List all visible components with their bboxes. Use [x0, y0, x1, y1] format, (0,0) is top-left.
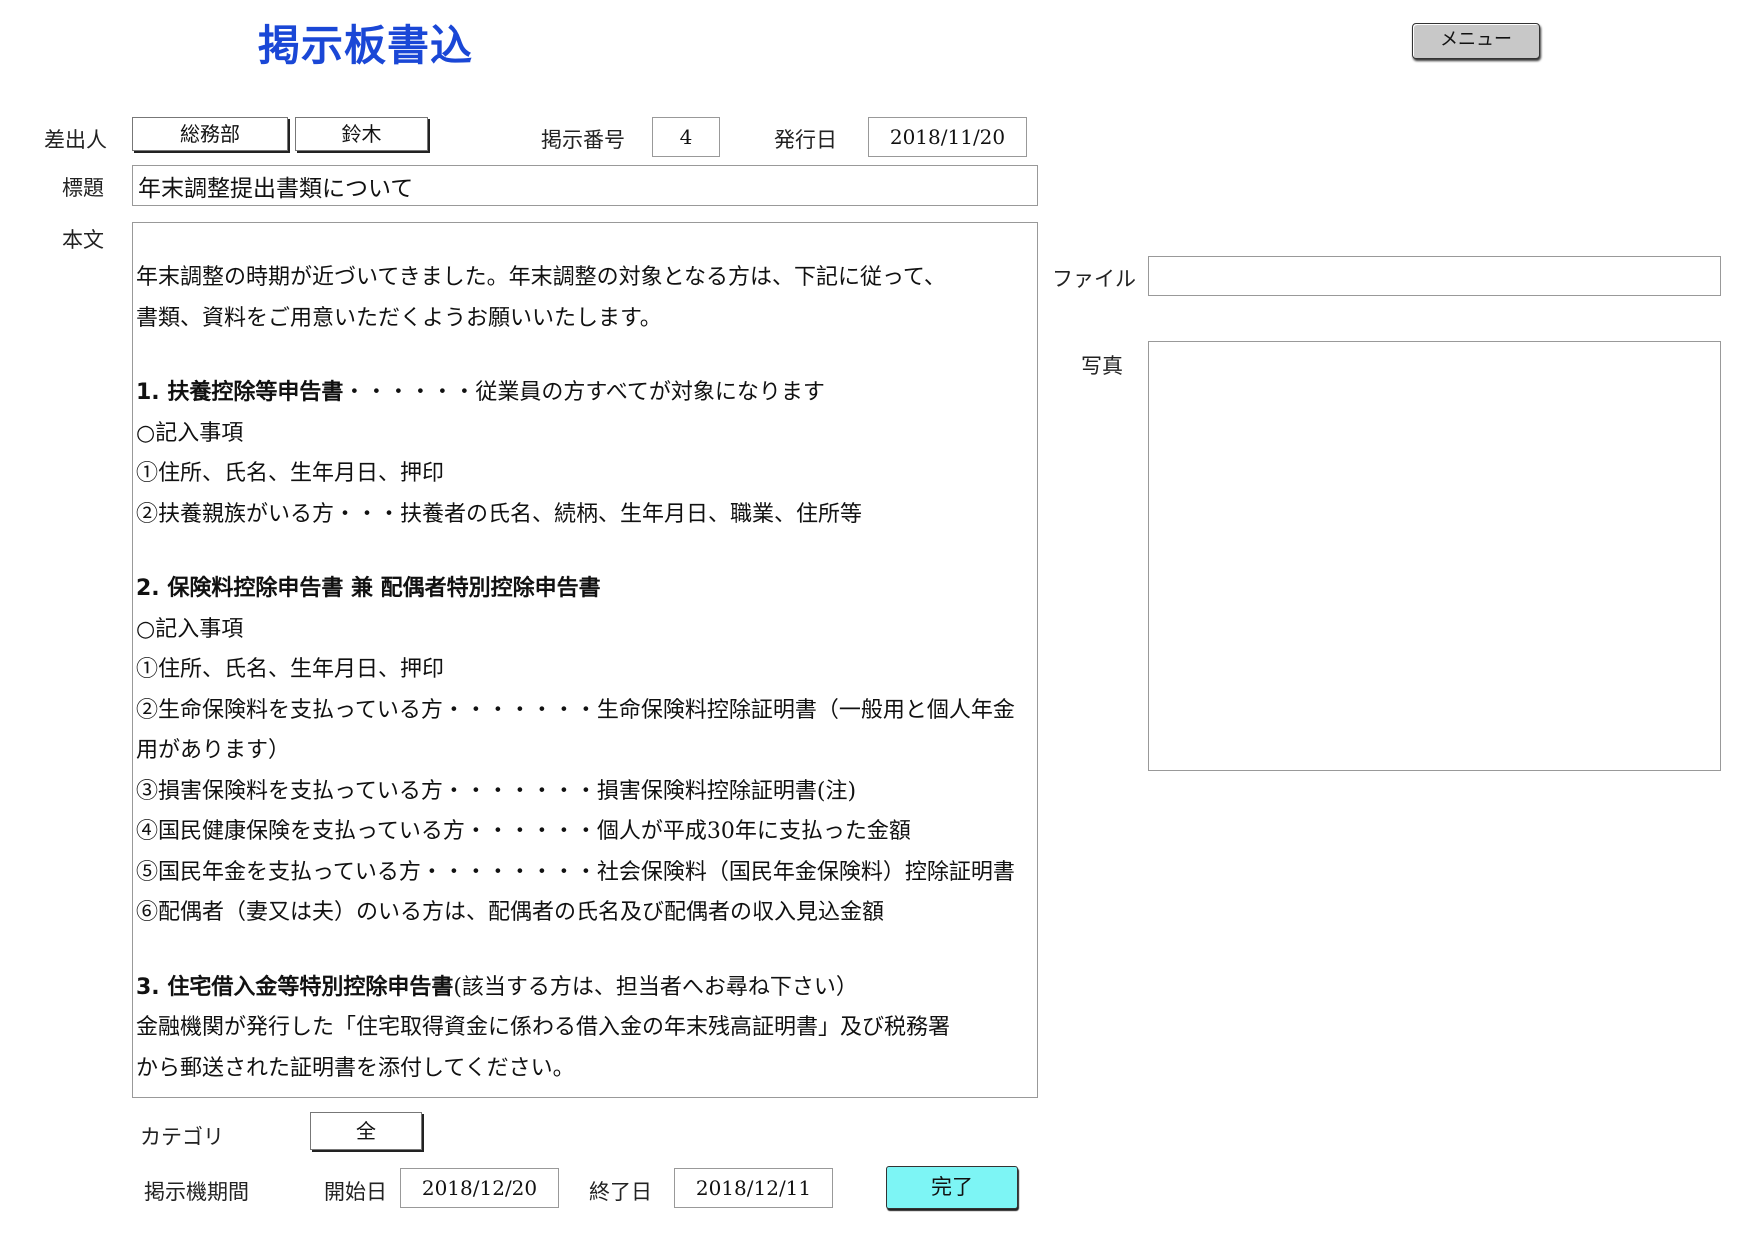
period-label: 掲示機期間 — [144, 1180, 249, 1204]
issue-date-label: 発行日 — [774, 128, 837, 152]
subject-input[interactable]: 年末調整提出書類について — [132, 165, 1038, 206]
body-line: 2. 保険料控除申告書 兼 配偶者特別控除申告書 — [136, 576, 601, 601]
post-number-field[interactable]: 4 — [652, 117, 720, 157]
sender-label: 差出人 — [44, 128, 107, 152]
subject-label: 標題 — [62, 176, 104, 200]
body-line: 用があります） — [136, 738, 291, 763]
body-line: ⑤国民年金を支払っている方・・・・・・・・社会保険料（国民年金保険料）控除証明書 — [136, 859, 1015, 885]
photo-box[interactable] — [1148, 341, 1721, 771]
issue-date-field[interactable]: 2018/11/20 — [868, 117, 1027, 157]
body-line: 書類、資料をご用意いただくようお願いいたします。 — [136, 305, 662, 331]
body-line: ①住所、氏名、生年月日、押印 — [136, 461, 445, 486]
body-line: ③損害保険料を支払っている方・・・・・・・損害保険料控除証明書(注) — [136, 778, 857, 804]
done-button[interactable]: 完了 — [886, 1166, 1018, 1209]
body-line: 3. 住宅借入金等特別控除申告書(該当する方は、担当者へお尋ね下さい） — [136, 974, 858, 1000]
body-line: ①住所、氏名、生年月日、押印 — [136, 657, 445, 682]
start-date-field[interactable]: 2018/12/20 — [400, 1168, 559, 1208]
body-line — [136, 535, 1035, 569]
file-label: ファイル — [1052, 267, 1136, 291]
body-line — [136, 934, 1035, 968]
body-line: ○記入事項 — [136, 616, 244, 642]
photo-label: 写真 — [1081, 354, 1123, 378]
sender-department-button[interactable]: 総務部 — [132, 117, 288, 151]
body-line: 1. 扶養控除等申告書・・・・・・従業員の方すべてが対象になります — [136, 380, 825, 405]
post-number-label: 掲示番号 — [541, 128, 625, 152]
body-line: ④国民健康保険を支払っている方・・・・・・個人が平成30年に支払った金額 — [136, 819, 911, 844]
body-textarea[interactable]: 年末調整の時期が近づいてきました。年末調整の対象となる方は、下記に従って、 書類… — [132, 222, 1038, 1098]
category-label: カテゴリ — [140, 1125, 224, 1149]
body-line: ⑥配偶者（妻又は夫）のいる方は、配偶者の氏名及び配偶者の収入見込金額 — [136, 900, 885, 925]
file-input[interactable] — [1148, 256, 1721, 296]
body-line: から郵送された証明書を添付してください。 — [136, 1055, 575, 1081]
body-line: ○記入事項 — [136, 420, 244, 446]
body-line — [136, 339, 1035, 373]
end-date-field[interactable]: 2018/12/11 — [674, 1168, 833, 1208]
start-date-label: 開始日 — [324, 1180, 387, 1204]
body-line: 年末調整の時期が近づいてきました。年末調整の対象となる方は、下記に従って、 — [136, 265, 946, 290]
end-date-label: 終了日 — [589, 1180, 652, 1204]
menu-button[interactable]: メニュー — [1412, 23, 1540, 59]
category-button[interactable]: 全 — [310, 1112, 422, 1150]
body-line: ②扶養親族がいる方・・・扶養者の氏名、続柄、生年月日、職業、住所等 — [136, 501, 863, 527]
page-title: 掲示板書込 — [258, 21, 474, 70]
sender-name-button[interactable]: 鈴木 — [295, 117, 428, 151]
body-line: ②生命保険料を支払っている方・・・・・・・生命保険料控除証明書（一般用と個人年金 — [136, 697, 1015, 723]
body-line: 金融機関が発行した「住宅取得資金に係わる借入金の年末残高証明書」及び税務署 — [136, 1015, 951, 1040]
body-label: 本文 — [62, 228, 104, 252]
